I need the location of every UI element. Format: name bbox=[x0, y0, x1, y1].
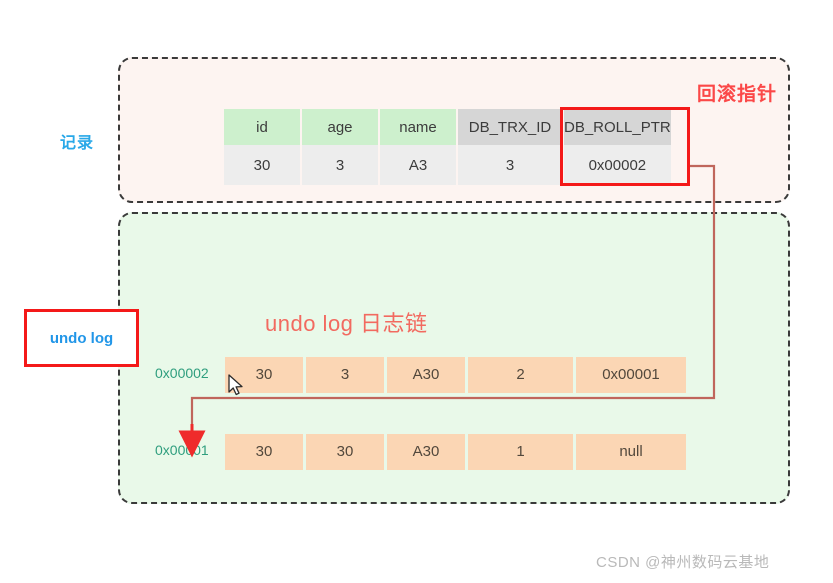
column-header-db-trx-id: DB_TRX_ID bbox=[458, 109, 562, 145]
rollback-pointer-annotation: 回滚指针 bbox=[697, 84, 778, 105]
column-header-age: age bbox=[302, 109, 378, 145]
record-cell-age: 3 bbox=[302, 145, 378, 185]
undo-cell-name: A30 bbox=[387, 434, 465, 470]
db-roll-ptr-highlight-box bbox=[560, 107, 690, 186]
record-cell-id: 30 bbox=[224, 145, 300, 185]
undo-log-side-label: undo log bbox=[49, 329, 114, 347]
diagram-canvas: 记录 id age name DB_TRX_ID DB_ROLL_PTR 30 … bbox=[0, 0, 833, 583]
undo-cell-age: 30 bbox=[306, 434, 384, 470]
undo-cell-age: 3 bbox=[306, 357, 384, 393]
record-cell-db-trx-id: 3 bbox=[458, 145, 562, 185]
undo-log-chain-title: undo log 日志链 bbox=[265, 311, 428, 336]
undo-log-side-label-box: undo log bbox=[24, 309, 139, 367]
record-cell-name: A3 bbox=[380, 145, 456, 185]
undo-row-pointer-label: 0x00002 bbox=[155, 365, 209, 381]
undo-cell-id: 30 bbox=[225, 434, 303, 470]
undo-cell-db-trx-id: 2 bbox=[468, 357, 573, 393]
undo-cell-db-trx-id: 1 bbox=[468, 434, 573, 470]
undo-cell-name: A30 bbox=[387, 357, 465, 393]
csdn-watermark: CSDN @神州数码云基地 bbox=[596, 554, 770, 571]
mouse-cursor bbox=[228, 374, 243, 396]
undo-row-cells: 30 3 A30 2 0x00001 bbox=[225, 357, 686, 393]
record-side-label: 记录 bbox=[60, 135, 95, 152]
undo-cell-db-roll-ptr: null bbox=[576, 434, 686, 470]
undo-cell-db-roll-ptr: 0x00001 bbox=[576, 357, 686, 393]
column-header-id: id bbox=[224, 109, 300, 145]
undo-row-cells: 30 30 A30 1 null bbox=[225, 434, 686, 470]
undo-row-pointer-label: 0x00001 bbox=[155, 442, 209, 458]
column-header-name: name bbox=[380, 109, 456, 145]
